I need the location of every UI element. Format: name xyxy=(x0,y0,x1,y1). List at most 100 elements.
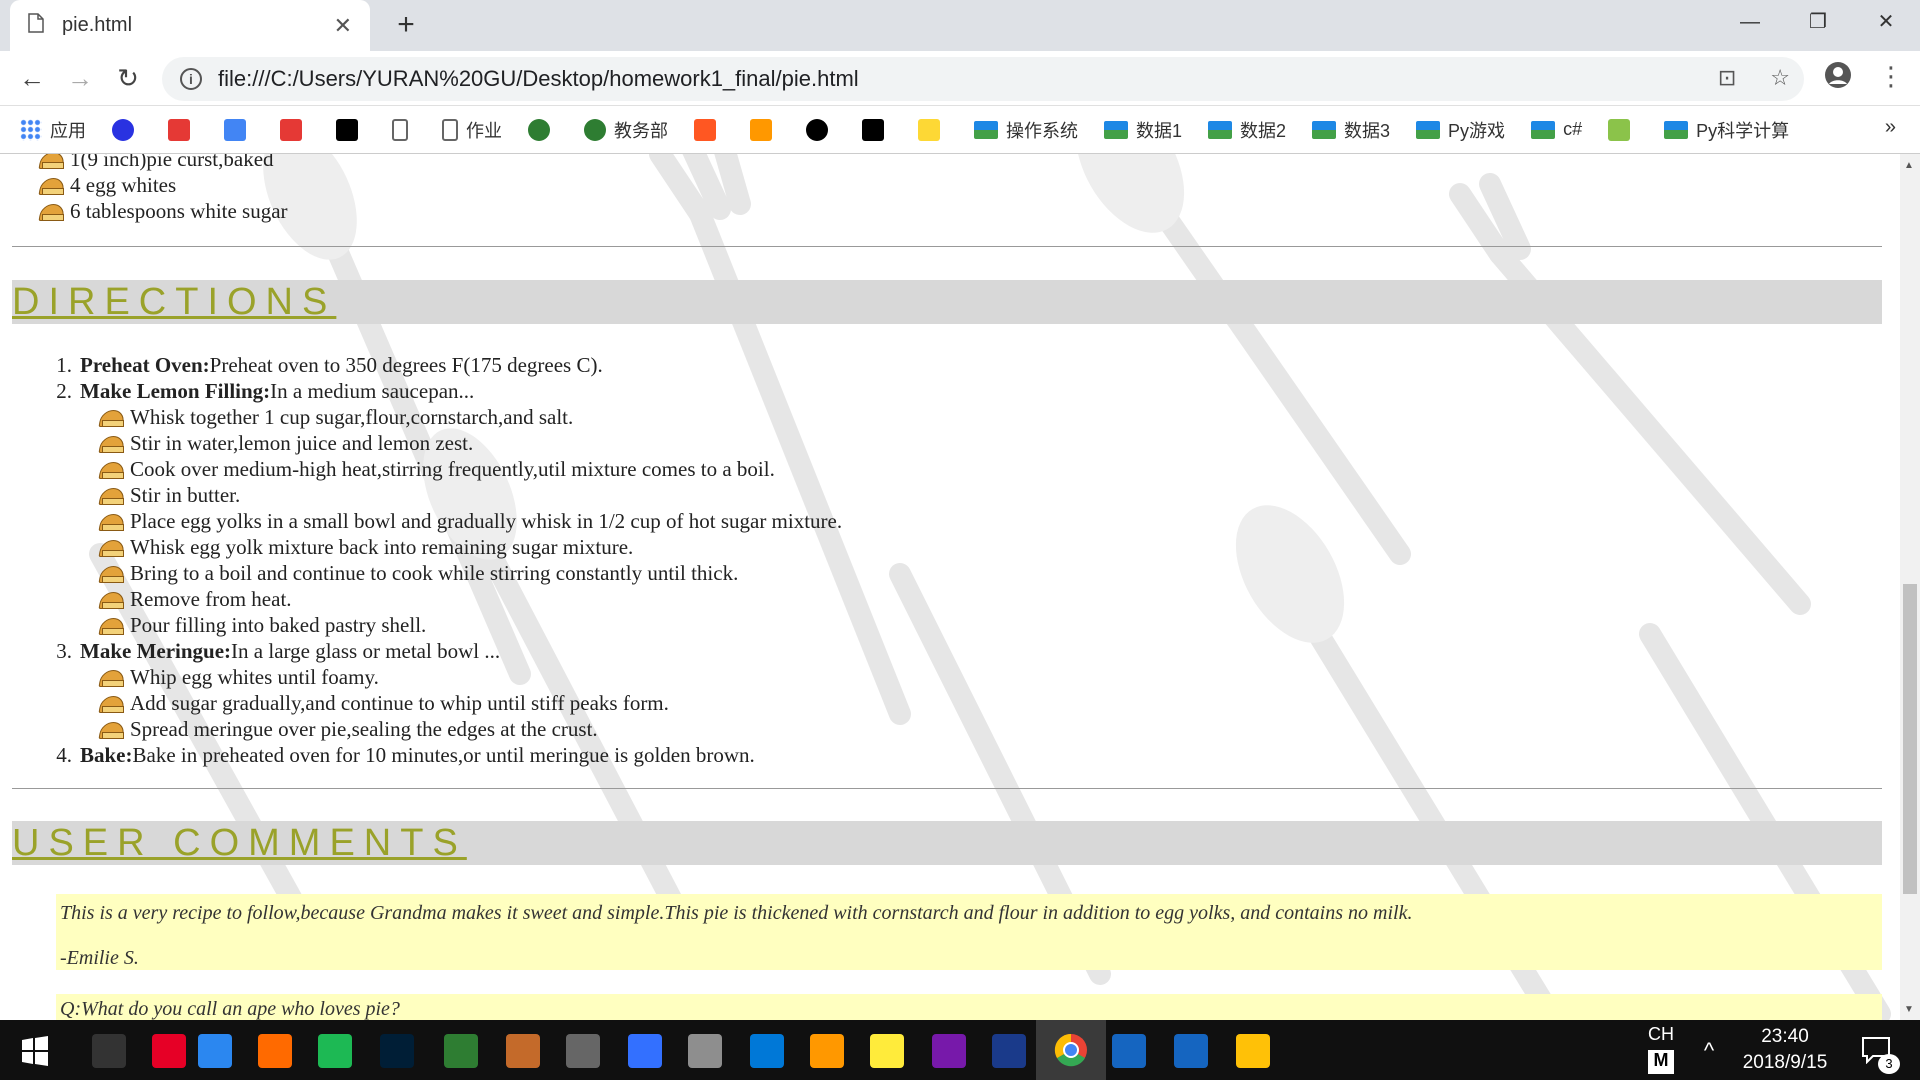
bookmark-folder[interactable]: c# xyxy=(1531,119,1582,140)
ingredient-text: 1(9 inch)pie curst,baked xyxy=(70,154,274,171)
bookmark-label: Py游戏 xyxy=(1448,120,1506,141)
chrome-icon[interactable] xyxy=(1036,1020,1106,1080)
reload-icon[interactable]: ↻ xyxy=(110,61,146,97)
photoshop-icon[interactable] xyxy=(380,1034,414,1068)
scroll-up-arrow-icon[interactable]: ▲ xyxy=(1904,160,1914,171)
ime-indicator[interactable]: M xyxy=(1648,1050,1674,1074)
comments-heading-bar: USER COMMENTS xyxy=(12,821,1882,865)
chess-icon[interactable] xyxy=(506,1034,540,1068)
pie-bullet-icon xyxy=(100,460,124,479)
devcpp-icon[interactable] xyxy=(992,1034,1026,1068)
bookmark-code-logo[interactable] xyxy=(750,118,780,141)
bookmark-wikipedia[interactable] xyxy=(862,118,892,141)
red-logo-icon xyxy=(168,118,190,141)
notes-icon[interactable] xyxy=(870,1034,904,1068)
menu-dots-icon[interactable]: ⋮ xyxy=(1878,61,1904,92)
restore-button[interactable]: ❐ xyxy=(1784,0,1852,44)
xcode-icon[interactable] xyxy=(1174,1034,1208,1068)
file-explorer-icon[interactable] xyxy=(1236,1034,1270,1068)
page-scrollbar[interactable]: ▲ ▼ xyxy=(1900,154,1920,1020)
bookmark-folder[interactable]: 数据3 xyxy=(1312,117,1390,143)
minimize-button[interactable]: — xyxy=(1716,0,1784,44)
scroll-down-arrow-icon[interactable]: ▼ xyxy=(1904,1004,1914,1015)
bookmark-github[interactable] xyxy=(806,118,836,141)
bookmark-folder[interactable]: 数据2 xyxy=(1208,117,1286,143)
wps-spreadsheet-icon[interactable] xyxy=(318,1034,352,1068)
bookmark-sf-logo[interactable] xyxy=(336,118,366,141)
bookmark-emoji-logo[interactable] xyxy=(918,118,948,141)
new-tab-button[interactable]: + xyxy=(388,8,424,44)
window-close-button[interactable]: ✕ xyxy=(1852,0,1920,44)
bookmark-star-icon[interactable]: ☆ xyxy=(1770,65,1790,91)
bookmark-folder[interactable]: 操作系统 xyxy=(974,117,1078,143)
notification-count-badge: 3 xyxy=(1878,1054,1900,1074)
language-indicator[interactable]: CH xyxy=(1636,1024,1686,1045)
direction-step: 4. Bake: Bake in preheated oven for 10 min… xyxy=(40,742,1440,768)
substep-text: Cook over medium-high heat,stirring freq… xyxy=(130,456,775,481)
bookmark-university-seal[interactable] xyxy=(528,118,558,141)
bookmark-folder[interactable]: Py游戏 xyxy=(1416,117,1505,143)
step-text: Bake in preheated oven for 10 minutes,or… xyxy=(132,742,755,767)
tab-pie[interactable]: pie.html ✕ xyxy=(10,0,370,51)
substep-item: Stir in water,lemon juice and lemon zest… xyxy=(100,430,1440,456)
bookmark-apps-grid[interactable]: 应用 xyxy=(20,117,86,143)
start-icon[interactable] xyxy=(18,1034,52,1068)
game-icon[interactable] xyxy=(444,1034,478,1068)
bookmark-orange-logo[interactable] xyxy=(694,118,724,141)
substep-text: Pour filling into baked pastry shell. xyxy=(130,612,427,637)
clock-time[interactable]: 23:40 xyxy=(1720,1026,1850,1048)
bookmark-folder[interactable]: 数据1 xyxy=(1104,117,1182,143)
pie-bullet-icon xyxy=(100,408,124,427)
photos-icon[interactable] xyxy=(1112,1034,1146,1068)
bookmark-c-logo[interactable] xyxy=(280,118,310,141)
starcraft-icon[interactable] xyxy=(566,1034,600,1068)
edge-icon[interactable] xyxy=(750,1034,784,1068)
bookmark-google-translate[interactable] xyxy=(224,118,254,141)
clock-date[interactable]: 2018/9/15 xyxy=(1720,1052,1850,1074)
bookmark-page[interactable] xyxy=(392,118,416,141)
sublime-icon[interactable] xyxy=(810,1034,844,1068)
scrollbar-thumb[interactable] xyxy=(1903,584,1917,894)
comment-box: Q:What do you call an ape who loves pie? xyxy=(56,994,1882,1020)
pie-bullet-icon xyxy=(100,538,124,557)
bookmark-folder[interactable]: Py科学计算 xyxy=(1664,117,1789,143)
bookmark-label: 作业 xyxy=(466,120,502,141)
url-text[interactable]: file:///C:/Users/YURAN%20GU/Desktop/home… xyxy=(218,66,859,92)
translate-icon[interactable]: ⊡ xyxy=(1718,65,1736,91)
bookmark-university-seal[interactable]: 教务部 xyxy=(584,117,668,143)
sf-logo-icon xyxy=(336,118,358,141)
step-title: Make Meringue: xyxy=(80,638,232,663)
onenote-icon[interactable] xyxy=(932,1034,966,1068)
directions-heading[interactable]: DIRECTIONS xyxy=(12,281,336,323)
netease-music-icon[interactable] xyxy=(152,1034,186,1068)
pie-bullet-icon xyxy=(100,434,124,453)
address-bar[interactable]: i file:///C:/Users/YURAN%20GU/Desktop/ho… xyxy=(162,57,1804,101)
profile-icon[interactable] xyxy=(1824,61,1852,96)
substep-item: Cook over medium-high heat,stirring freq… xyxy=(100,456,1440,482)
directions-heading-bar: DIRECTIONS xyxy=(12,280,1882,324)
info-icon[interactable]: i xyxy=(180,68,202,90)
bookmarks-overflow-icon[interactable]: » xyxy=(1885,116,1896,139)
wps-presentation-icon[interactable] xyxy=(258,1034,292,1068)
terminal-icon[interactable] xyxy=(92,1034,126,1068)
forward-arrow-icon[interactable]: → xyxy=(62,61,98,97)
feishu-icon[interactable] xyxy=(628,1034,662,1068)
step-number: 1. xyxy=(56,352,72,377)
page-icon xyxy=(442,118,458,141)
close-tab-icon[interactable]: ✕ xyxy=(334,13,352,39)
bookmark-red-logo[interactable] xyxy=(168,118,198,141)
bookmark-baidu-paw[interactable] xyxy=(112,118,142,141)
back-arrow-icon[interactable]: ← xyxy=(14,61,50,97)
pie-bullet-icon xyxy=(40,154,64,169)
substep-item: Whisk egg yolk mixture back into remaini… xyxy=(100,534,1440,560)
bookmark-page[interactable]: 作业 xyxy=(442,117,502,143)
bookmark-label: 应用 xyxy=(50,120,86,141)
comments-heading[interactable]: USER COMMENTS xyxy=(12,822,467,864)
pie-bullet-icon xyxy=(100,564,124,583)
direction-step: 1. Preheat Oven: Preheat oven to 350 degre… xyxy=(40,352,1440,378)
wps-writer-icon[interactable] xyxy=(198,1034,232,1068)
pie-bullet-icon xyxy=(100,668,124,687)
bookmark-green-logo[interactable] xyxy=(1608,118,1638,141)
bookmark-label: 教务部 xyxy=(614,120,668,141)
paint-icon[interactable] xyxy=(688,1034,722,1068)
